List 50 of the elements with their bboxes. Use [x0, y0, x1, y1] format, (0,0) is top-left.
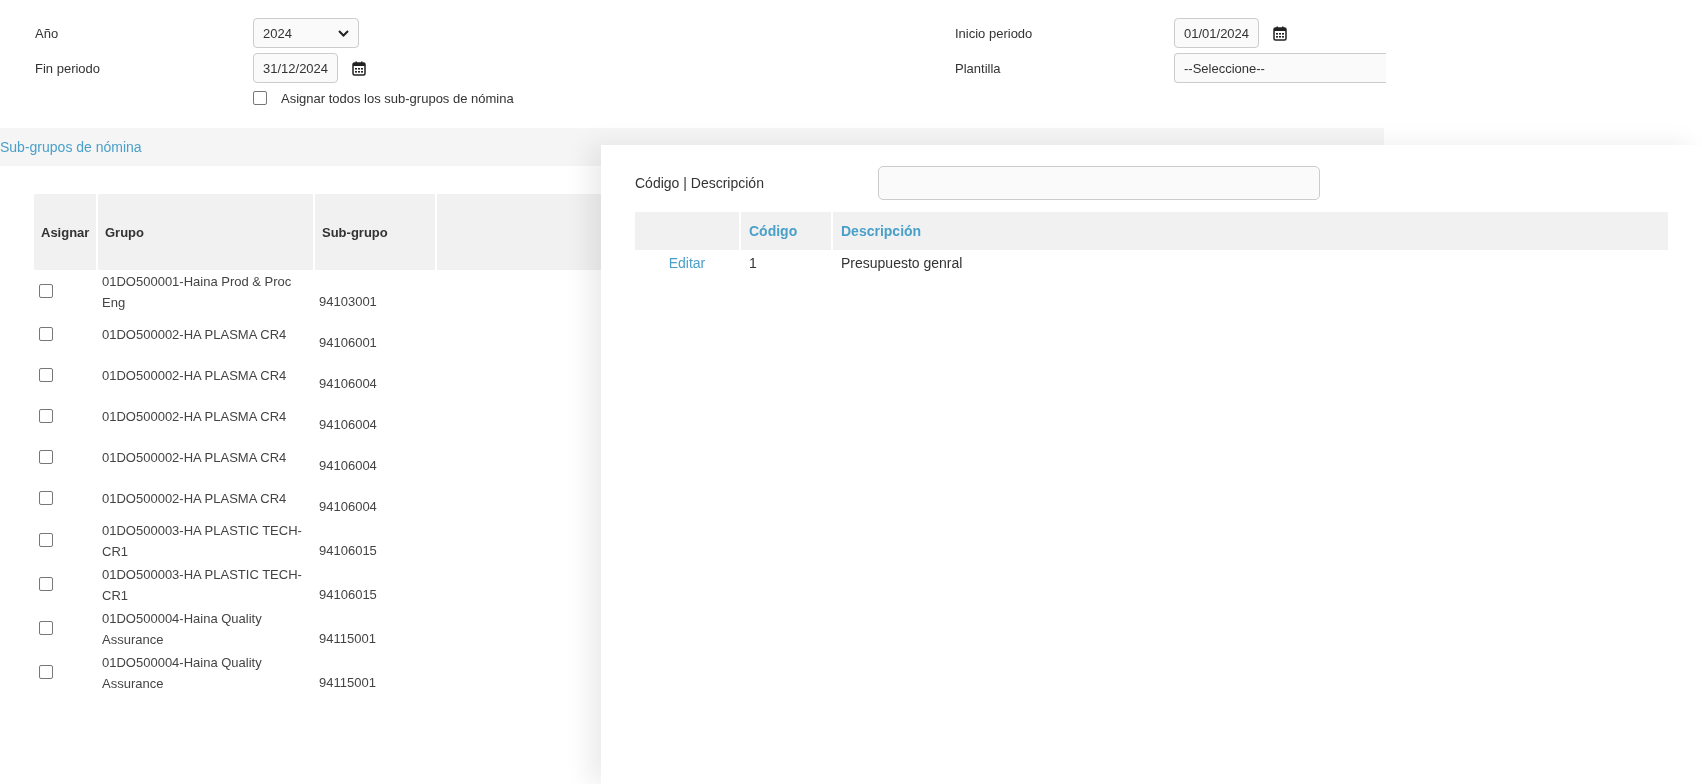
- table-cell: 94106004: [319, 376, 377, 391]
- column-header: Asignar: [41, 224, 90, 240]
- checkbox[interactable]: [39, 449, 53, 464]
- table-cell: 1: [749, 255, 757, 271]
- table-cell: 94106001: [319, 335, 377, 350]
- checkbox[interactable]: [39, 408, 53, 423]
- field-label: Inicio periodo: [955, 25, 1034, 41]
- table-cell: 01DO500004-Haina Quality Assurance: [102, 611, 262, 647]
- table-cell: 94115001: [319, 631, 376, 646]
- checkbox[interactable]: [39, 577, 53, 591]
- table-cell: 01DO500002-HA PLASMA CR4: [102, 327, 287, 342]
- table-cell: 01DO500004-Haina Quality Assurance: [102, 655, 262, 691]
- table-cell: Presupuesto genral: [841, 255, 963, 271]
- checkbox-label: Asignar todos los sub-grupos de nómina: [281, 90, 514, 106]
- table-cell: 01DO500002-HA PLASMA CR4: [102, 450, 287, 465]
- table-cell: 94103001: [319, 294, 377, 309]
- calendar-icon[interactable]: [1273, 25, 1288, 41]
- table-cell: 01DO500003-HA PLASTIC TECH-CR1: [102, 567, 302, 603]
- table-cell: 01DO500003-HA PLASTIC TECH-CR1: [102, 523, 302, 559]
- table-cell: 01DO500002-HA PLASMA CR4: [102, 491, 287, 506]
- checkbox[interactable]: [39, 367, 53, 382]
- table-cell: 94115001: [319, 675, 376, 690]
- year-select[interactable]: 2024: [253, 18, 359, 48]
- checkbox[interactable]: [39, 533, 53, 547]
- checkbox[interactable]: [253, 91, 267, 105]
- table-cell: 01DO500001-Haina Prod & Proc Eng: [102, 274, 292, 310]
- field-label: Código | Descripción: [635, 175, 765, 191]
- table-cell: 94106015: [319, 543, 377, 558]
- checkbox[interactable]: [39, 326, 53, 341]
- caret-icon: [338, 29, 349, 37]
- column-header: Sub-grupo: [322, 224, 388, 240]
- checkbox[interactable]: [39, 490, 53, 505]
- table-cell: 94106004: [319, 458, 377, 473]
- column-header: Grupo: [105, 224, 144, 240]
- table-cell: 94106004: [319, 499, 377, 514]
- field-label: Año: [35, 25, 60, 41]
- checkbox[interactable]: [39, 621, 53, 635]
- checkbox[interactable]: [39, 665, 53, 679]
- table-cell: 94106004: [319, 417, 377, 432]
- date-field[interactable]: 31/12/2024: [253, 53, 339, 83]
- field-label: Fin periodo: [35, 60, 102, 76]
- date-field[interactable]: 01/01/2024: [1174, 18, 1260, 48]
- table-cell: 01DO500002-HA PLASMA CR4: [102, 409, 287, 424]
- table-cell: 94106015: [319, 587, 377, 602]
- table-cell: 01DO500002-HA PLASMA CR4: [102, 368, 287, 383]
- checkbox[interactable]: [39, 284, 53, 298]
- calendar-icon[interactable]: [352, 60, 367, 76]
- search-field[interactable]: [878, 166, 1320, 200]
- field-label: Plantilla: [955, 60, 1002, 76]
- template-select[interactable]: --Seleccione--: [1174, 53, 1386, 83]
